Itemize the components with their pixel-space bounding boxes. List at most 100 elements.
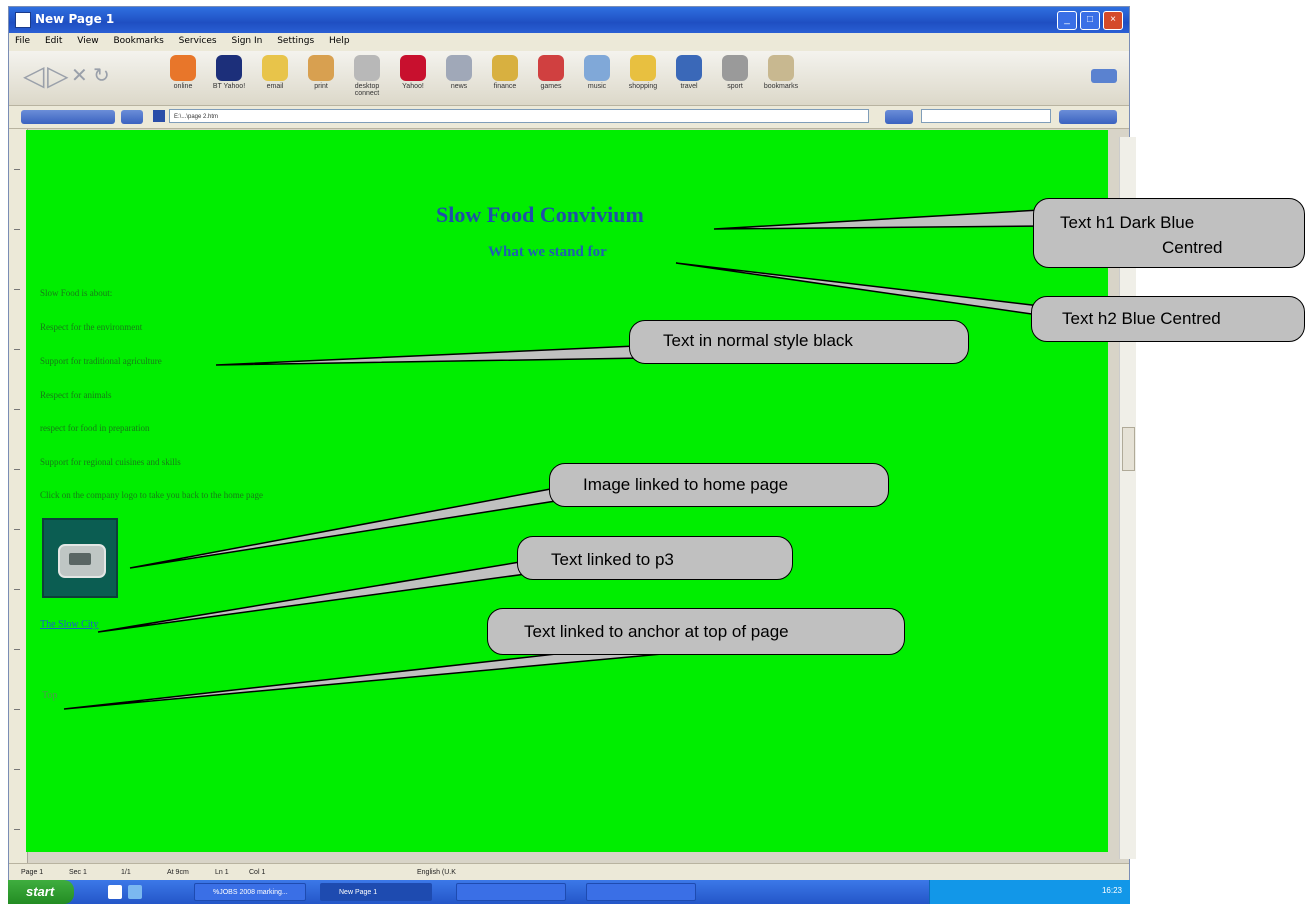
news-icon xyxy=(446,55,472,81)
window-title: New Page 1 xyxy=(35,12,115,26)
menu-file[interactable]: File xyxy=(9,33,36,46)
desktop-connect-icon xyxy=(354,55,380,81)
travel-button[interactable]: travel xyxy=(667,55,711,103)
menu-view[interactable]: View xyxy=(71,33,104,46)
bt-yahoo-icon xyxy=(216,55,242,81)
menu-edit[interactable]: Edit xyxy=(39,33,68,46)
paragraph: Support for traditional agriculture xyxy=(40,356,162,366)
back-icon[interactable]: ◁ xyxy=(23,61,45,91)
travel-icon xyxy=(676,55,702,81)
finance-icon xyxy=(492,55,518,81)
taskbar: start %JOBS 2008 marking... New Page 1 1… xyxy=(8,880,1130,904)
paragraph: respect for food in preparation xyxy=(40,423,150,433)
paragraph: Respect for the environment xyxy=(40,322,143,332)
taskbar-item-new-page[interactable]: New Page 1 xyxy=(320,883,432,901)
callout-h1-line2: Centred xyxy=(1162,238,1223,257)
finance-button[interactable]: finance xyxy=(483,55,527,103)
music-icon xyxy=(584,55,610,81)
callout-normal-label: Text in normal style black xyxy=(663,331,853,350)
paragraph: Support for regional cuisines and skills xyxy=(40,457,181,467)
search-button[interactable] xyxy=(1059,110,1117,124)
callout-p3-label: Text linked to p3 xyxy=(551,550,674,569)
print-button[interactable]: print xyxy=(299,55,343,103)
clock: 16:23 xyxy=(1101,886,1122,895)
logo-image xyxy=(58,544,106,578)
taskbar-item-folder[interactable] xyxy=(456,883,566,901)
toolbar-options-button[interactable] xyxy=(1091,69,1117,83)
menu-bookmarks[interactable]: Bookmarks xyxy=(107,33,169,46)
address-go-button[interactable] xyxy=(121,110,143,124)
callout-h2-text: Text h2 Blue Centred xyxy=(1062,309,1221,328)
maximize-icon[interactable]: □ xyxy=(1080,11,1100,30)
taskbar-item-folder[interactable] xyxy=(586,883,696,901)
status-line: Ln 1 xyxy=(215,869,229,876)
bookmarks-icon xyxy=(768,55,794,81)
status-column: Col 1 xyxy=(249,869,266,876)
menu-bar: File Edit View Bookmarks Services Sign I… xyxy=(9,33,1129,51)
music-button[interactable]: music xyxy=(575,55,619,103)
callout-p3-link: Text linked to p3 xyxy=(517,536,793,580)
print-icon xyxy=(308,55,334,81)
callout-anchor-link: Text linked to anchor at top of page xyxy=(487,608,905,655)
refresh-icon[interactable]: ↻ xyxy=(93,61,115,91)
menu-help[interactable]: Help xyxy=(323,33,356,46)
callout-h2: Text h2 Blue Centred xyxy=(1031,296,1305,342)
status-language: English (U.K xyxy=(417,869,456,876)
window-controls: _ □ × xyxy=(1057,11,1123,30)
paragraph: Slow Food is about: xyxy=(40,288,113,298)
callout-anchor-label: Text linked to anchor at top of page xyxy=(524,622,789,641)
link-top-anchor[interactable]: Top xyxy=(42,690,57,701)
start-button[interactable]: start xyxy=(8,880,74,904)
page-icon xyxy=(153,110,165,122)
search-input[interactable] xyxy=(921,109,1051,123)
bt-yahoo-button[interactable]: BT Yahoo! xyxy=(207,55,251,103)
callout-image-label: Image linked to home page xyxy=(583,475,789,494)
page-heading-h1: Slow Food Convivium xyxy=(436,202,644,227)
menu-sign-in[interactable]: Sign In xyxy=(225,33,268,46)
company-logo-link[interactable] xyxy=(42,518,118,598)
callout-normal-text: Text in normal style black xyxy=(629,320,969,364)
sport-icon xyxy=(722,55,748,81)
menu-settings[interactable]: Settings xyxy=(271,33,320,46)
link-page-3[interactable]: The Slow City xyxy=(40,619,98,630)
email-button[interactable]: email xyxy=(253,55,297,103)
games-icon xyxy=(538,55,564,81)
forward-icon[interactable]: ▷ xyxy=(47,61,69,91)
title-bar: New Page 1 _ □ × xyxy=(9,7,1129,33)
callout-h1: Text h1 Dark Blue Centred xyxy=(1033,198,1305,268)
callout-h1-line1: Text h1 Dark Blue xyxy=(1060,213,1195,232)
status-section: Sec 1 xyxy=(69,869,87,876)
minimize-icon[interactable]: _ xyxy=(1057,11,1077,30)
online-button[interactable]: online xyxy=(161,55,205,103)
toolbar: ◁ ▷ ✕ ↻ online BT Yahoo! email print des… xyxy=(9,51,1129,106)
menu-services[interactable]: Services xyxy=(173,33,223,46)
yahoo-button[interactable]: Yahoo! xyxy=(391,55,435,103)
shopping-icon xyxy=(630,55,656,81)
callout-image-link: Image linked to home page xyxy=(549,463,889,507)
bookmarks-button[interactable]: bookmarks xyxy=(759,55,803,103)
yahoo-icon xyxy=(400,55,426,81)
system-tray: 16:23 xyxy=(929,880,1130,904)
stop-icon[interactable]: ✕ xyxy=(71,61,93,91)
shopping-button[interactable]: shopping xyxy=(621,55,665,103)
address-dropdown-button[interactable] xyxy=(21,110,115,124)
sport-button[interactable]: sport xyxy=(713,55,757,103)
paragraph: Click on the company logo to take you ba… xyxy=(40,490,263,500)
online-icon xyxy=(170,55,196,81)
news-button[interactable]: news xyxy=(437,55,481,103)
go-button[interactable] xyxy=(885,110,913,124)
url-input[interactable]: E:\...\page 2.htm xyxy=(169,109,869,123)
quicklaunch-icon[interactable] xyxy=(108,885,122,899)
taskbar-item-jobs[interactable]: %JOBS 2008 marking... xyxy=(194,883,306,901)
close-icon[interactable]: × xyxy=(1103,11,1123,30)
paragraph: Respect for animals xyxy=(40,390,112,400)
games-button[interactable]: games xyxy=(529,55,573,103)
quicklaunch-icon[interactable] xyxy=(128,885,142,899)
app-icon xyxy=(15,12,31,28)
scrollbar-thumb[interactable] xyxy=(1122,427,1135,471)
desktop-connect-button[interactable]: desktop connect xyxy=(345,55,389,103)
status-page: Page 1 xyxy=(21,869,44,876)
status-at: At 9cm xyxy=(167,869,189,876)
address-bar: E:\...\page 2.htm xyxy=(9,106,1129,129)
status-pages: 1/1 xyxy=(121,869,131,876)
